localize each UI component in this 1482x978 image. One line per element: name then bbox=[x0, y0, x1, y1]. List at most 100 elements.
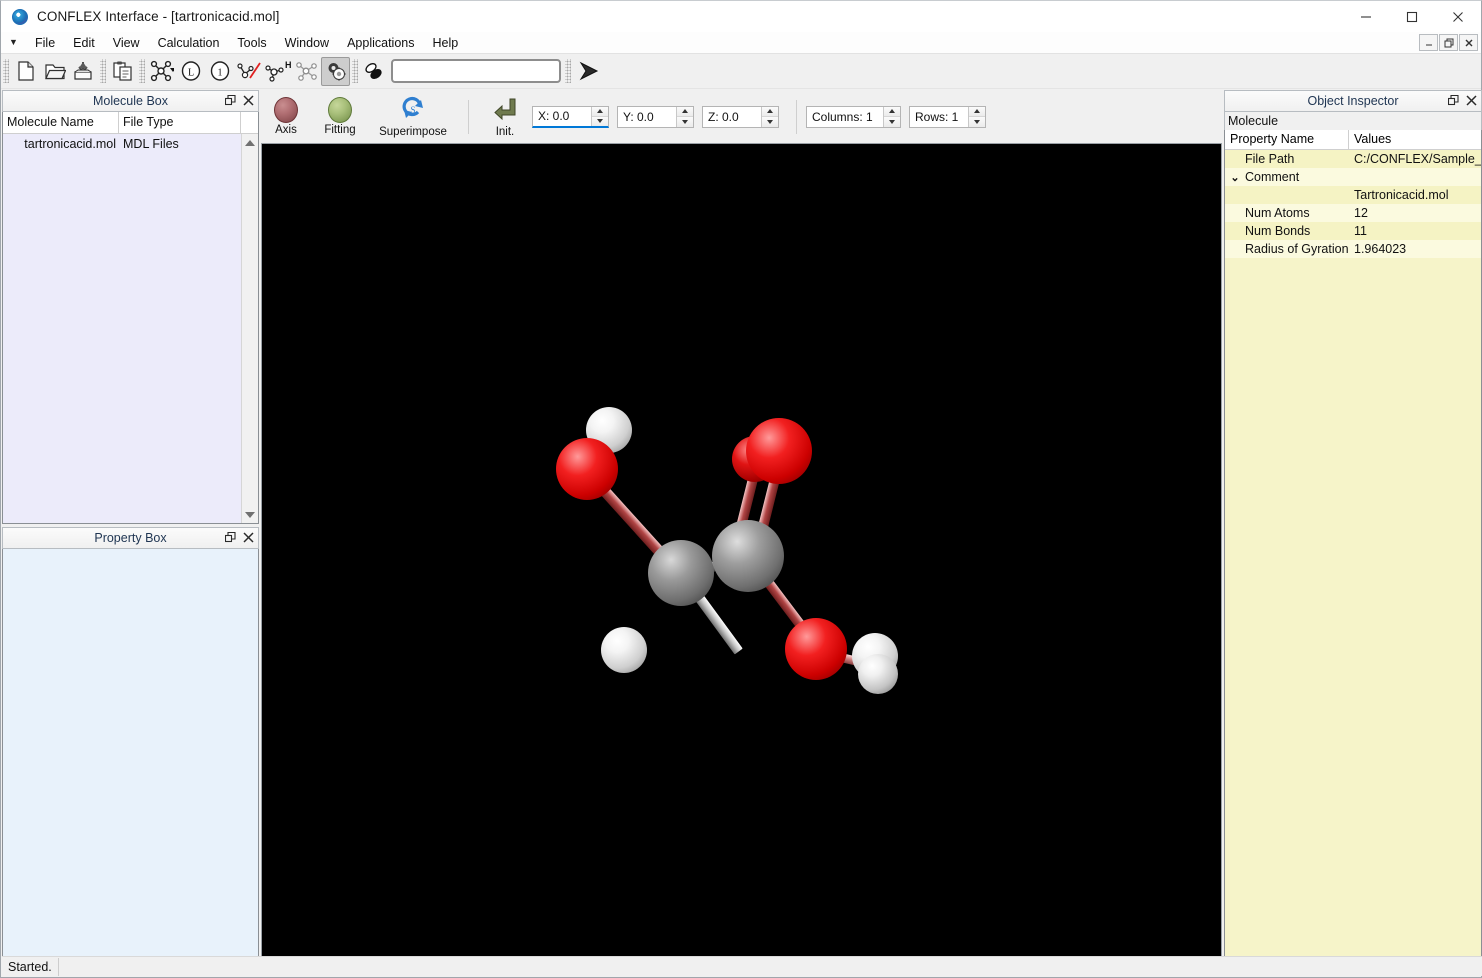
label-atoms-icon[interactable]: L bbox=[176, 57, 205, 86]
svg-text:S: S bbox=[410, 105, 415, 115]
rows-value: Rows: 1 bbox=[910, 107, 968, 127]
mdi-minimize-button[interactable] bbox=[1419, 34, 1438, 51]
axis-label: Axis bbox=[275, 124, 297, 136]
title-bar: CONFLEX Interface - [tartronicacid.mol] bbox=[1, 1, 1481, 32]
paste-clipboard-icon[interactable] bbox=[108, 57, 137, 86]
toolbar-grip[interactable] bbox=[565, 59, 571, 83]
column-header-molecule-name[interactable]: Molecule Name bbox=[3, 112, 119, 133]
toolbar-grip[interactable] bbox=[352, 59, 358, 83]
collapse-chevron-down-icon[interactable]: ⌄ bbox=[1225, 171, 1245, 184]
property-name-cell: Num Atoms bbox=[1225, 206, 1349, 220]
rows-decrement[interactable] bbox=[969, 117, 985, 127]
molecule-structure-icon[interactable] bbox=[147, 57, 176, 86]
property-box-panel: Property Box bbox=[2, 527, 259, 957]
y-offset-decrement[interactable] bbox=[677, 117, 693, 127]
search-input[interactable] bbox=[391, 59, 561, 83]
y-offset-increment[interactable] bbox=[677, 107, 693, 118]
fitting-button[interactable]: Fitting bbox=[313, 92, 367, 142]
molecule-box-controls bbox=[225, 91, 254, 113]
scroll-up-arrow-icon[interactable] bbox=[242, 134, 258, 151]
close-button[interactable] bbox=[1435, 1, 1481, 32]
mdi-restore-button[interactable] bbox=[1439, 34, 1458, 51]
x-offset-stepper[interactable] bbox=[591, 107, 608, 126]
y-offset-stepper[interactable] bbox=[676, 107, 693, 127]
toolbar-grip[interactable] bbox=[139, 59, 145, 83]
menu-item-tools[interactable]: Tools bbox=[228, 34, 275, 52]
add-hydrogen-icon[interactable]: H bbox=[263, 57, 292, 86]
table-row[interactable]: Num Atoms 12 bbox=[1225, 204, 1481, 222]
z-offset-stepper[interactable] bbox=[761, 107, 778, 127]
molecule-box-scrollbar[interactable] bbox=[241, 134, 258, 523]
molecule-box-close-button[interactable] bbox=[243, 95, 254, 109]
x-offset-value: X: 0.0 bbox=[533, 107, 591, 126]
z-offset-field[interactable]: Z: 0.0 bbox=[702, 106, 779, 128]
table-row[interactable]: ⌄ Comment bbox=[1225, 168, 1481, 186]
z-offset-decrement[interactable] bbox=[762, 117, 778, 127]
scroll-down-arrow-icon[interactable] bbox=[242, 506, 258, 523]
measure-bond-icon[interactable] bbox=[234, 57, 263, 86]
svg-text:1: 1 bbox=[217, 68, 222, 79]
atom-oxygen bbox=[556, 438, 618, 500]
object-inspector-close-button[interactable] bbox=[1466, 95, 1477, 109]
menu-item-view[interactable]: View bbox=[104, 34, 149, 52]
table-row[interactable]: Tartronicacid.mol bbox=[1225, 186, 1481, 204]
rows-field[interactable]: Rows: 1 bbox=[909, 106, 986, 128]
columns-increment[interactable] bbox=[884, 107, 900, 118]
capsule-view-icon[interactable] bbox=[360, 57, 389, 86]
list-item[interactable]: tartronicacid.mol MDL Files bbox=[3, 134, 241, 154]
settings-gears-icon[interactable] bbox=[321, 57, 350, 86]
property-box-float-button[interactable] bbox=[225, 532, 236, 546]
minimize-button[interactable] bbox=[1343, 1, 1389, 32]
menu-item-help[interactable]: Help bbox=[423, 34, 467, 52]
save-icon[interactable] bbox=[69, 57, 98, 86]
table-row[interactable]: Num Bonds 11 bbox=[1225, 222, 1481, 240]
molecule-box-float-button[interactable] bbox=[225, 95, 236, 109]
columns-field[interactable]: Columns: 1 bbox=[806, 106, 901, 128]
atom-oxygen bbox=[746, 418, 812, 484]
object-inspector-header-row: Property Name Values bbox=[1225, 130, 1481, 150]
number-atoms-icon[interactable]: 1 bbox=[205, 57, 234, 86]
superimpose-button[interactable]: S Superimpose bbox=[367, 92, 459, 142]
toolbar-separator bbox=[796, 100, 797, 134]
rows-stepper[interactable] bbox=[968, 107, 985, 127]
menu-item-calculation[interactable]: Calculation bbox=[149, 34, 229, 52]
init-button[interactable]: Init. bbox=[478, 92, 532, 142]
table-row[interactable]: Radius of Gyration 1.964023 bbox=[1225, 240, 1481, 258]
maximize-button[interactable] bbox=[1389, 1, 1435, 32]
mdi-close-button[interactable] bbox=[1459, 34, 1478, 51]
object-inspector-float-button[interactable] bbox=[1448, 95, 1459, 109]
pointer-arrow-icon[interactable] bbox=[573, 57, 602, 86]
property-box-close-button[interactable] bbox=[243, 532, 254, 546]
menu-item-window[interactable]: Window bbox=[276, 34, 338, 52]
fitting-label: Fitting bbox=[324, 124, 355, 136]
minimize-structure-icon[interactable] bbox=[292, 57, 321, 86]
property-box-body[interactable] bbox=[2, 549, 259, 957]
window-controls bbox=[1343, 1, 1481, 32]
menu-overflow-arrow-icon[interactable]: ▼ bbox=[7, 38, 20, 47]
z-offset-increment[interactable] bbox=[762, 107, 778, 118]
y-offset-field[interactable]: Y: 0.0 bbox=[617, 106, 694, 128]
menu-item-file[interactable]: File bbox=[26, 34, 64, 52]
menu-item-applications[interactable]: Applications bbox=[338, 34, 423, 52]
axis-button[interactable]: Axis bbox=[259, 92, 313, 142]
column-header-file-type[interactable]: File Type bbox=[119, 112, 241, 133]
property-name-cell: Num Bonds bbox=[1225, 224, 1349, 238]
menu-item-edit[interactable]: Edit bbox=[64, 34, 104, 52]
columns-decrement[interactable] bbox=[884, 117, 900, 127]
rows-increment[interactable] bbox=[969, 107, 985, 118]
molecule-3d-viewport[interactable] bbox=[262, 144, 1221, 958]
toolbar-grip[interactable] bbox=[3, 59, 9, 83]
column-header-property-name[interactable]: Property Name bbox=[1225, 130, 1349, 149]
application-window: CONFLEX Interface - [tartronicacid.mol] … bbox=[0, 0, 1482, 978]
molecule-box-title-bar: Molecule Box bbox=[2, 90, 259, 112]
toolbar-grip[interactable] bbox=[100, 59, 106, 83]
new-document-icon[interactable] bbox=[11, 57, 40, 86]
x-offset-decrement[interactable] bbox=[592, 117, 608, 126]
x-offset-field[interactable]: X: 0.0 bbox=[532, 106, 609, 128]
column-header-values[interactable]: Values bbox=[1349, 130, 1481, 149]
x-offset-increment[interactable] bbox=[592, 107, 608, 117]
open-folder-icon[interactable] bbox=[40, 57, 69, 86]
table-row[interactable]: File Path C:/CONFLEX/Sample_... bbox=[1225, 150, 1481, 168]
molecule-viewport-frame bbox=[261, 143, 1222, 959]
columns-stepper[interactable] bbox=[883, 107, 900, 127]
